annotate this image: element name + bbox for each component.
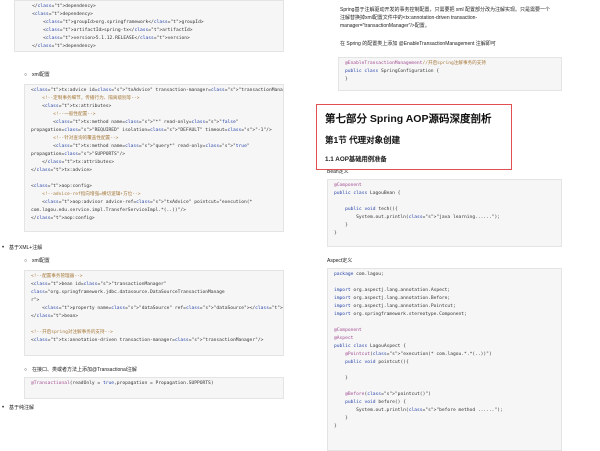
code-line: package com.lagou; [334, 272, 384, 277]
code-line: import org.aspectj.lang.annotation.Aspec… [334, 288, 451, 293]
code-block-lagou-aspect: package com.lagou; import org.aspectj.la… [327, 268, 562, 451]
code-line: <class="t">bean id=class="s">"transactio… [31, 282, 167, 287]
code-line: <class="t">tx:annotation-driven transact… [31, 338, 264, 343]
code-line: com.lagou.edu.service.impl.TransferServi… [31, 208, 186, 213]
pure-annotation-label: 基于纯注解 [2, 404, 34, 412]
code-line: } [345, 77, 348, 82]
code-line: <!--一般性配置--> [31, 112, 96, 117]
code-line: <class="t">aop:advisor advice-ref=class=… [31, 200, 253, 205]
subsection-title: 1.1 AOP基础用例准备 [325, 156, 387, 163]
code-line: @Component [334, 328, 362, 333]
intro-line-2: 注解替换掉xml配置文件中的<tx:annotation-driven tran… [340, 15, 478, 21]
xml-config-label-2: xml配置 [24, 257, 50, 265]
code-line: <class="t">version>5.1.12.RELEASE</class… [21, 36, 190, 41]
code-line: </class="t">tx:attributes> [31, 160, 115, 165]
code-line: @Transactional(readOnly = true,propagati… [31, 381, 214, 386]
code-block-lagou-bean: @Component public class LagouBean { publi… [327, 179, 562, 247]
code-line: <class="t">tx:attributes> [31, 104, 112, 109]
code-line: @EnableTransactionManagement//开启spring注解… [345, 61, 486, 66]
code-line: public void tech(){ [345, 207, 398, 212]
xml-annotation-label: 基于XML+注解 [2, 244, 42, 252]
code-line: r"> [31, 298, 40, 303]
interface-annotation-note: 在接口、类或者方法上添加@Transactional注解 [24, 366, 137, 374]
right-page: Spring基于注解驱动开发的事务控制配置，只需要把 xml 配置部分改为注解实… [300, 0, 600, 451]
code-line: @Aspect [334, 336, 354, 341]
code-line: } [334, 416, 348, 421]
code-line: public void pointcut(){ [345, 360, 409, 365]
section-title: 第1节 代理对象创建 [325, 135, 401, 145]
code-line: <class="t">dependency> [21, 12, 93, 17]
code-line: import org.springframework.stereotype.Co… [334, 312, 467, 317]
code-line: @Pointcut(class="s">"execution(* com.lag… [345, 352, 492, 357]
page-gutter [286, 0, 300, 451]
code-block-tx-advice: <class="t">tx:advice id=class="s">"txAdv… [24, 84, 284, 232]
code-line: </class="t">aop:config> [31, 216, 95, 221]
code-block-spring-configuration: @EnableTransactionManagement//开启spring注解… [338, 57, 562, 91]
intro-line-1: Spring基于注解驱动开发的事务控制配置，只需要把 xml 配置部分改为注解实… [340, 7, 551, 13]
code-line: </class="t">bean> [31, 314, 79, 319]
aspect-definition-label: Aspect定义 [327, 258, 353, 264]
code-line: @Before(class="s">"pointcut()") [345, 392, 431, 397]
code-line: } [334, 424, 337, 429]
code-line: } [334, 231, 337, 236]
xml-config-label: xml配置 [24, 71, 50, 79]
code-line: <!--针对查询的覆盖性配置--> [31, 136, 119, 141]
code-line: </class="t">dependency> [21, 44, 96, 49]
code-line: System.out.println(class="s">"java learn… [334, 215, 500, 220]
code-line: public class LagouAspect { [334, 344, 406, 349]
code-line: </class="t">dependency> [21, 4, 96, 9]
code-line: propagation=class="s">"SUPPORTS"/> [31, 152, 126, 157]
code-line: System.out.println(class="s">"before met… [334, 408, 503, 413]
code-line: } [334, 376, 348, 381]
code-line: <!--advice-ref指向增强=横切逻辑+方位--> [31, 192, 141, 197]
part-title: 第七部分 Spring AOP源码深度剖析 [325, 113, 492, 125]
code-line: import org.aspectj.lang.annotation.Befor… [334, 296, 451, 301]
code-line: <class="t">aop:config> [31, 184, 92, 189]
code-block-transactional: @Transactional(readOnly = true,propagati… [24, 377, 284, 399]
code-line: <class="t">tx:method name=class="s">"*" … [31, 120, 239, 125]
code-line: public void before() { [345, 400, 406, 405]
code-line: } [334, 223, 348, 228]
code-line: <!--定制事务细节，传播行为、隔离级别等--> [31, 96, 140, 101]
code-line: <class="t">artifactId>spring-tx</class="… [21, 28, 193, 33]
code-line: <!--配置事务管理器--> [31, 274, 83, 279]
enable-annotation-note: 在 Spring 的配置类上添加 @EnableTransactionManag… [340, 41, 496, 47]
chapter-heading-box: 第七部分 Spring AOP源码深度剖析 第1节 代理对象创建 1.1 AOP… [316, 104, 512, 170]
code-line: <!--开启spring对注解事务的支持--> [31, 330, 113, 335]
code-block-transaction-manager: <!--配置事务管理器--> <class="t">bean id=class="… [24, 270, 284, 356]
code-line: public class SpringConfiguration { [345, 69, 440, 74]
intro-line-3: manager="transactionManager"/>配置。 [340, 23, 430, 29]
code-line: @Component [334, 183, 362, 188]
code-line: <class="t">tx:advice id=class="s">"txAdv… [31, 88, 283, 93]
code-line: import org.aspectj.lang.annotation.Point… [334, 304, 456, 309]
code-line: <class="t">tx:method name=class="s">"que… [31, 144, 250, 149]
code-line: propagation=class="s">"REQUIRED" isolati… [31, 128, 272, 133]
code-line: public class LagouBean { [334, 191, 401, 196]
code-line: class="org.springframework.jdbc.datasour… [31, 290, 225, 295]
code-line: <class="t">groupId>org.springframework</… [21, 20, 204, 25]
code-block-dependency: </class="t">dependency> <class="t">depen… [14, 0, 284, 52]
code-line: </class="t">tx:advice> [31, 168, 92, 173]
left-page: </class="t">dependency> <class="t">depen… [0, 0, 300, 451]
code-line: <class="t">property name=class="s">"data… [31, 306, 283, 311]
